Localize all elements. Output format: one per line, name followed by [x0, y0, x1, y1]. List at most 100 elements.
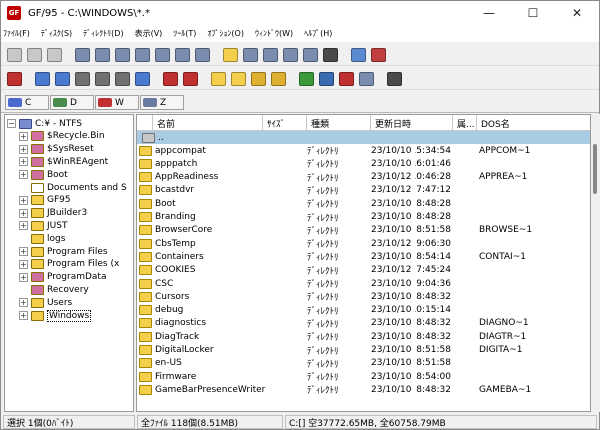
expand-icon[interactable]: + — [19, 131, 28, 141]
extract-button[interactable] — [180, 69, 200, 88]
tree-item[interactable]: + $Recycle.Bin — [19, 130, 105, 143]
menu-item-7[interactable]: ﾍﾙﾌﾟ(H) — [304, 28, 332, 39]
list-row[interactable]: Boot ﾃﾞｨﾚｸﾄﾘ 23/10/10 8:48:28 — [137, 197, 590, 210]
tree-item[interactable]: Documents and S — [19, 181, 127, 194]
new-folder-yellow-button[interactable] — [228, 69, 248, 88]
expand-icon[interactable]: + — [19, 221, 28, 231]
attribute-button[interactable] — [112, 69, 132, 88]
help-button[interactable] — [384, 69, 404, 88]
menu-item-3[interactable]: 表示(V) — [135, 28, 163, 39]
file-list[interactable]: 名前 ｻｲｽﾞ 種類 更新日時 属... DOS名 .. appcompat ﾃﾞｨﾚｸﾄﾘ… — [136, 114, 591, 412]
menu-item-5[interactable]: ｵﾌﾟｼｮﾝ(O) — [207, 28, 244, 39]
folder-tree[interactable]: − C:¥ - NTFS + $Recycle.Bin + $SysReset + $Wi… — [4, 114, 134, 412]
sort-type-button[interactable] — [152, 45, 172, 64]
list-row[interactable]: COOKIES ﾃﾞｨﾚｸﾄﾘ 23/10/12 7:45:24 — [137, 264, 590, 277]
key-button[interactable] — [268, 69, 288, 88]
tree-item[interactable]: + GF95 — [19, 194, 71, 207]
expand-icon[interactable]: + — [19, 272, 28, 282]
column-header-6[interactable]: DOS名 — [477, 115, 590, 131]
new-disabled-button[interactable] — [44, 45, 64, 64]
column-header-3[interactable]: 種類 — [307, 115, 371, 131]
list-row[interactable]: CSC ﾃﾞｨﾚｸﾄﾘ 23/10/10 9:04:36 — [137, 277, 590, 290]
column-header-4[interactable]: 更新日時 — [371, 115, 453, 131]
parent-dir-row[interactable]: .. — [137, 131, 590, 144]
list-row[interactable]: diagnostics ﾃﾞｨﾚｸﾄﾘ 23/10/10 8:48:32 DIAGNO~… — [137, 317, 590, 330]
exit-button[interactable] — [4, 69, 24, 88]
expand-icon[interactable]: + — [19, 195, 28, 205]
list-row[interactable]: DiagTrack ﾃﾞｨﾚｸﾄﾘ 23/10/10 8:48:32 DIAGTR~1 — [137, 330, 590, 343]
book-button[interactable] — [316, 69, 336, 88]
list-row[interactable]: Firmware ﾃﾞｨﾚｸﾄﾘ 23/10/10 8:54:00 — [137, 370, 590, 383]
list-vertical-scrollbar[interactable] — [591, 114, 600, 412]
sort-date-button[interactable] — [132, 45, 152, 64]
delete-button[interactable] — [72, 69, 92, 88]
drive-button-w[interactable]: W — [95, 95, 139, 110]
tree-item[interactable]: + $SysReset — [19, 143, 94, 156]
list-row[interactable]: bcastdvr ﾃﾞｨﾚｸﾄﾘ 23/10/12 7:47:12 — [137, 184, 590, 197]
list-row[interactable]: debug ﾃﾞｨﾚｸﾄﾘ 23/10/1010:15:14 — [137, 304, 590, 317]
list-row[interactable]: Cursors ﾃﾞｨﾚｸﾄﾘ 23/10/10 8:48:32 — [137, 290, 590, 303]
sort-attr-button[interactable] — [172, 45, 192, 64]
tree-item[interactable]: + ProgramData — [19, 271, 106, 284]
menu-item-1[interactable]: ﾃﾞｨｽｸ(S) — [41, 28, 72, 39]
menu-item-0[interactable]: ﾌｧｲﾙ(F) — [3, 28, 30, 39]
copy-to-button[interactable] — [132, 69, 152, 88]
list-row[interactable]: GameBarPresenceWriter ﾃﾞｨﾚｸﾄﾘ 23/10/10 8:48… — [137, 383, 590, 396]
list-row[interactable]: Containers ﾃﾞｨﾚｸﾄﾘ 23/10/10 8:54:14 CONTAI~1 — [137, 250, 590, 263]
tree-item[interactable]: + Program Files — [19, 245, 108, 258]
tape-button[interactable] — [336, 69, 356, 88]
list-row[interactable]: en-US ﾃﾞｨﾚｸﾄﾘ 23/10/10 8:51:58 — [137, 357, 590, 370]
scrollbar-thumb[interactable] — [593, 144, 597, 194]
tree-item[interactable]: + $WinREAgent — [19, 155, 108, 168]
split-horizontal-button[interactable] — [348, 45, 368, 64]
tree-item[interactable]: + JUST — [19, 219, 67, 232]
list-row[interactable]: BrowserCore ﾃﾞｨﾚｸﾄﾘ 23/10/10 8:51:58 BROWSE~… — [137, 224, 590, 237]
find-button[interactable] — [248, 69, 268, 88]
list-row[interactable]: AppReadiness ﾃﾞｨﾚｸﾄﾘ 23/10/1210:46:28 APPRE… — [137, 171, 590, 184]
tree-item[interactable]: Recovery — [19, 283, 89, 296]
column-header-1[interactable]: 名前 — [153, 115, 263, 131]
maximize-button[interactable]: ☐ — [511, 1, 555, 25]
tree-item[interactable]: logs — [19, 232, 65, 245]
expand-icon[interactable]: + — [19, 157, 28, 167]
tree-item[interactable]: + Boot — [19, 168, 68, 181]
list-row[interactable]: apppatch ﾃﾞｨﾚｸﾄﾘ 23/10/1016:01:46 — [137, 157, 590, 170]
list-row[interactable]: appcompat ﾃﾞｨﾚｸﾄﾘ 23/10/1015:34:54 APPCOM~1 — [137, 144, 590, 157]
expand-icon[interactable]: + — [19, 170, 28, 180]
list-row[interactable]: CbsTemp ﾃﾞｨﾚｸﾄﾘ 23/10/12 9:06:30 — [137, 237, 590, 250]
expand-icon[interactable]: + — [19, 144, 28, 154]
rename-button[interactable] — [92, 69, 112, 88]
view-list-button[interactable] — [280, 45, 300, 64]
clock-button[interactable] — [24, 45, 44, 64]
tree-item[interactable]: + Program Files (x — [19, 258, 119, 271]
move-button[interactable] — [52, 69, 72, 88]
expand-icon[interactable]: + — [19, 311, 28, 320]
sort-name-button[interactable] — [72, 45, 92, 64]
info-button[interactable] — [356, 69, 376, 88]
copy-disabled-button[interactable] — [4, 45, 24, 64]
close-button[interactable]: ✕ — [555, 1, 599, 25]
menu-item-2[interactable]: ﾃﾞｨﾚｸﾄﾘ(D) — [83, 28, 123, 39]
drive-button-c[interactable]: C — [5, 95, 49, 110]
folder-open-button[interactable] — [220, 45, 240, 64]
expand-icon[interactable]: + — [19, 247, 28, 256]
collapse-icon[interactable]: − — [7, 119, 16, 128]
view-grid-button[interactable] — [320, 45, 340, 64]
expand-icon[interactable]: + — [19, 208, 28, 218]
sort-size-button[interactable] — [92, 45, 112, 64]
tree-item[interactable]: + Windows — [19, 309, 92, 322]
tree-item[interactable]: + Users — [19, 296, 72, 309]
column-header-2[interactable]: ｻｲｽﾞ — [263, 115, 307, 131]
expand-icon[interactable]: + — [19, 259, 28, 269]
compress-button[interactable] — [160, 69, 180, 88]
list-row[interactable]: DigitalLocker ﾃﾞｨﾚｸﾄﾘ 23/10/10 8:51:58 DIGIT… — [137, 344, 590, 357]
minimize-button[interactable]: — — [467, 1, 511, 25]
sort-text-button[interactable] — [192, 45, 212, 64]
expand-icon[interactable]: + — [19, 298, 28, 308]
view-large-button[interactable] — [240, 45, 260, 64]
tree-item[interactable]: + JBuilder3 — [19, 207, 87, 220]
split-vertical-button[interactable] — [368, 45, 388, 64]
copy-button[interactable] — [32, 69, 52, 88]
sort-ext-button[interactable] — [112, 45, 132, 64]
column-header-0[interactable] — [137, 115, 153, 131]
